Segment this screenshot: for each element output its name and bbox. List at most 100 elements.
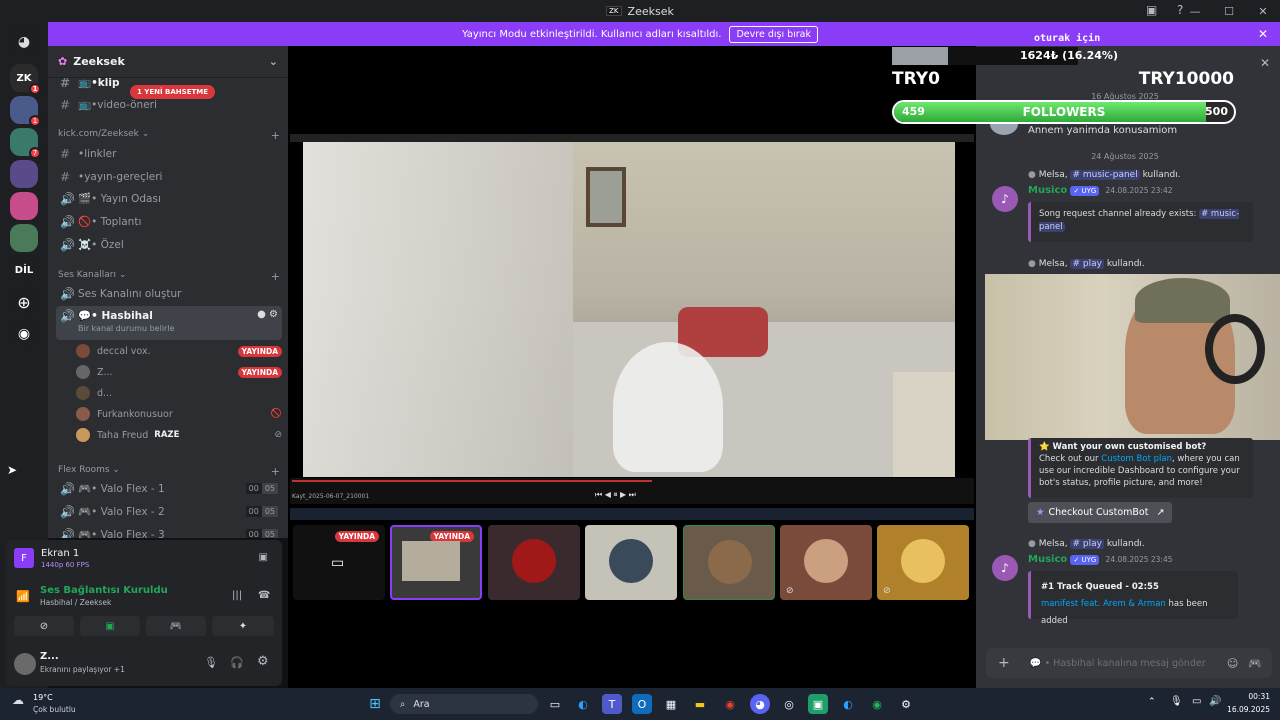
avatar	[76, 365, 90, 379]
add-channel-icon[interactable]: +	[271, 270, 280, 283]
channel-hasbihal[interactable]: 🔊 💬• Hasbihal Bir kanal durumu belirle ●…	[56, 306, 282, 340]
avatar[interactable]	[14, 653, 36, 675]
add-channel-icon[interactable]: +	[271, 465, 280, 478]
reply-icon: ●	[1028, 259, 1036, 269]
channel-linkler[interactable]: # •linkler	[56, 143, 282, 164]
server-icon[interactable]	[10, 224, 38, 252]
voice-user[interactable]: Taha Freud RAZE ⊘	[76, 425, 282, 445]
outlook-icon[interactable]: O	[632, 694, 652, 714]
stop-stream-icon[interactable]: ▣	[259, 552, 268, 563]
steam-icon[interactable]: ⚙	[896, 694, 916, 714]
stream-video[interactable]	[303, 142, 955, 477]
channel-yayin-odasi[interactable]: 🔊 🎬• Yayın Odası	[56, 188, 282, 209]
server-icon[interactable]: 1	[10, 96, 41, 127]
obs-icon[interactable]: ◎	[779, 694, 799, 714]
screen-share-button[interactable]: ▣	[80, 616, 140, 636]
channel-valo-flex-3[interactable]: 🔊 🎮• Valo Flex - 3 00 05	[56, 524, 282, 538]
teams-icon[interactable]: T	[602, 694, 622, 714]
settings-gear-icon[interactable]: ⚙	[257, 654, 269, 669]
maximize-button[interactable]: ☐	[1212, 0, 1246, 22]
chat-icon[interactable]: ● ⚙	[257, 309, 278, 320]
soundboard-button[interactable]: ✦	[212, 616, 274, 636]
network-icon[interactable]: ▭	[1192, 696, 1201, 707]
disable-streamer-mode-button[interactable]: Devre dışı bırak	[729, 25, 819, 43]
browser-icon[interactable]: ◐	[838, 694, 858, 714]
chrome-icon[interactable]: ◉	[720, 694, 740, 714]
server-icon[interactable]	[10, 192, 38, 220]
close-chat-icon[interactable]: ✕	[1260, 56, 1270, 70]
server-icon[interactable]: 7	[10, 128, 41, 159]
edge-icon[interactable]: ◐	[573, 694, 593, 714]
channel-valo-flex-1[interactable]: 🔊 🎮• Valo Flex - 1 00 05	[56, 478, 282, 499]
category-kick[interactable]: kick.com/Zeeksek ⌄ +	[58, 129, 280, 142]
participant-tile[interactable]: ⊘	[780, 525, 872, 600]
avatar	[609, 539, 653, 583]
tray-chevron-icon[interactable]: ⌃	[1148, 697, 1156, 707]
voice-user[interactable]: deccal vox. YAYINDA	[76, 341, 282, 361]
server-icon-zk[interactable]: ZK 1	[10, 64, 41, 95]
clock-time[interactable]: 00:31	[1226, 692, 1270, 701]
headphones-icon[interactable]: 🎧	[230, 656, 244, 669]
new-mention-pill[interactable]: 1 YENİ BAHSETME	[130, 85, 216, 99]
server-icon-dil[interactable]: DİL	[10, 256, 38, 284]
stream-thumbnail[interactable]: YAYINDA ▭	[293, 525, 385, 600]
title-bar: ZK Zeeksek ▣ ? — ☐ ✕	[0, 0, 1280, 22]
weather-icon[interactable]: ☁	[12, 693, 24, 707]
voice-user[interactable]: Z... YAYINDA	[76, 362, 282, 382]
emoji-icon[interactable]: ☺	[1227, 657, 1238, 670]
store-icon[interactable]: ▦	[661, 694, 681, 714]
voice-connected-status: Ses Bağlantısı Kuruldu	[40, 585, 168, 596]
speaker-icon: 🔊	[60, 309, 75, 323]
activity-button[interactable]: 🎮	[146, 616, 206, 636]
music-note-icon[interactable]: ♪	[992, 186, 1018, 212]
bot-embed: ⭐ Want your own customised bot? Check ou…	[1028, 438, 1253, 498]
category-flex[interactable]: Flex Rooms ⌄ +	[58, 465, 280, 478]
close-window-button[interactable]: ✕	[1246, 0, 1280, 22]
discord-taskbar-icon[interactable]: ◕	[750, 694, 770, 714]
minimize-button[interactable]: —	[1178, 0, 1212, 22]
external-link-icon: ↗	[1156, 507, 1165, 518]
add-attachment-icon[interactable]: +	[998, 655, 1010, 671]
stream-thumbnail[interactable]: YAYINDA	[390, 525, 482, 600]
add-channel-icon[interactable]: +	[271, 129, 280, 142]
voice-user[interactable]: d...	[76, 383, 282, 403]
close-icon[interactable]: ✕	[1258, 27, 1268, 41]
voice-user[interactable]: Furkankonusuor 🚫	[76, 404, 282, 424]
discord-home-icon[interactable]: ◕	[10, 28, 38, 56]
checkout-custombot-button[interactable]: ★ Checkout CustomBot ↗	[1028, 502, 1173, 523]
server-icon[interactable]	[10, 160, 38, 188]
playback-buttons[interactable]: ⏮ ◀ ⏸ ▶ ⏭	[595, 490, 636, 500]
camera-toggle-button[interactable]: ⊘	[14, 616, 74, 636]
discover-icon[interactable]: ◉	[10, 320, 38, 348]
message-input[interactable]: + 💬 • Hasbihal kanalına mesaj gönder ☺ 🎮	[986, 648, 1272, 678]
file-explorer-icon[interactable]: ▬	[690, 694, 710, 714]
channel-ozel[interactable]: 🔊 ☠️• Özel	[56, 234, 282, 255]
hash-icon: #	[60, 146, 71, 161]
window-title: Zeeksek	[627, 4, 674, 18]
channel-yayin-gerecleri[interactable]: # •yayın-gereçleri	[56, 166, 282, 187]
noise-suppression-icon[interactable]: |||	[232, 590, 242, 601]
channel-valo-flex-2[interactable]: 🔊 🎮• Valo Flex - 2 00 05	[56, 501, 282, 522]
task-view-icon[interactable]: ▭	[545, 694, 565, 714]
add-server-icon[interactable]: ⊕	[10, 288, 38, 316]
category-voice[interactable]: Ses Kanalları ⌄ +	[58, 270, 280, 283]
activity-icon[interactable]: 🎮	[1248, 657, 1262, 670]
music-note-icon[interactable]: ♪	[992, 555, 1018, 581]
spotify-icon[interactable]: ◉	[867, 694, 887, 714]
channel-toplanti[interactable]: 🔊 🚫• Toplantı	[56, 211, 282, 232]
participant-tile[interactable]	[488, 525, 580, 600]
clock-date[interactable]: 16.09.2025	[1218, 705, 1270, 714]
participant-tile[interactable]: ⊘	[877, 525, 969, 600]
participant-tile[interactable]	[683, 525, 775, 600]
disconnect-icon[interactable]: ☎	[258, 590, 270, 601]
microphone-icon[interactable]: 🎙	[204, 656, 218, 669]
taskbar-search[interactable]: ⌕ Ara	[390, 694, 538, 714]
mic-tray-icon[interactable]: 🎙	[1170, 696, 1183, 707]
participant-tile[interactable]	[585, 525, 677, 600]
create-voice-channel[interactable]: 🔊 Ses Kanalını oluştur	[56, 283, 282, 304]
player-titlebar	[290, 134, 974, 142]
app-icon[interactable]: ▣	[808, 694, 828, 714]
inbox-icon[interactable]: ▣	[1146, 3, 1157, 17]
start-menu-icon[interactable]: ⊞	[365, 694, 385, 714]
seek-bar-progress[interactable]	[292, 480, 652, 482]
